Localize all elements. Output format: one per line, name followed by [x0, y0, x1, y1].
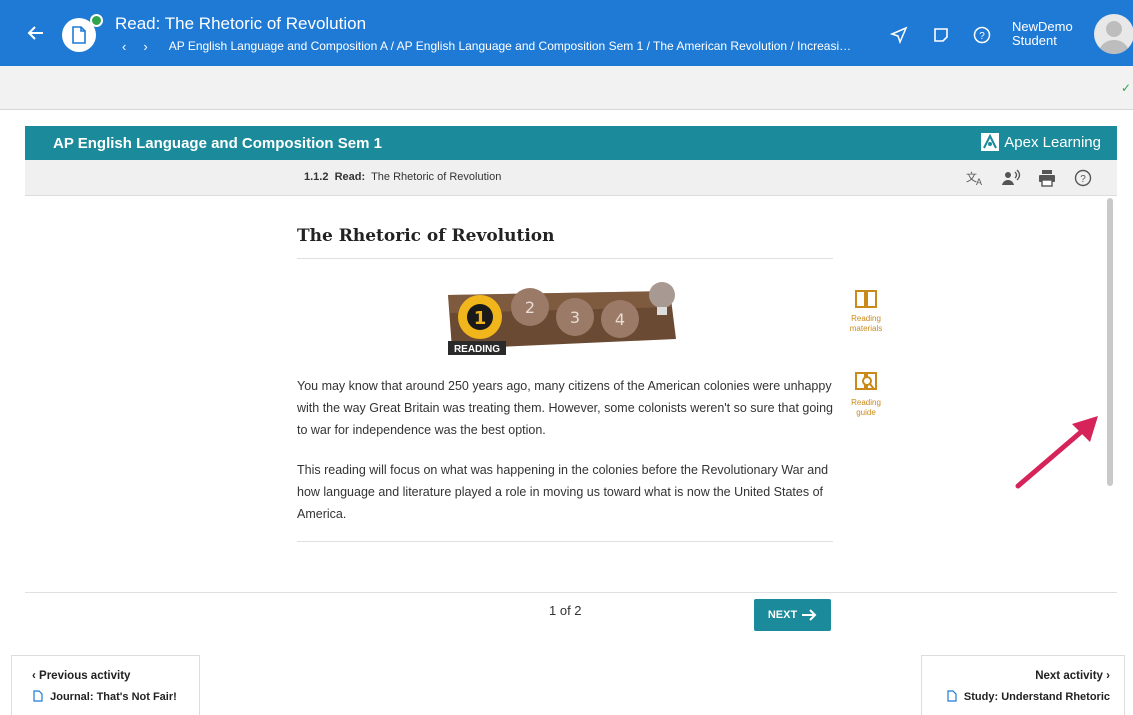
next-activity-title: Study: Understand Rhetoric	[946, 690, 1110, 703]
chevron-right-icon: ›	[1102, 670, 1110, 682]
app-header: Read: The Rhetoric of Revolution ‹ › AP …	[0, 0, 1133, 66]
next-button[interactable]: NEXT	[754, 599, 831, 631]
reading-guide-label: Reading guide	[851, 398, 881, 417]
translate-icon[interactable]: 文A	[965, 168, 985, 188]
reading-materials-button[interactable]: Reading materials	[841, 288, 891, 334]
gear-icon: 2	[511, 288, 549, 326]
lesson-bar: 1.1.2 Read: The Rhetoric of Revolution 文…	[25, 160, 1117, 196]
course-bar: AP English Language and Composition Sem …	[25, 126, 1117, 160]
chevron-left-icon[interactable]: ‹	[122, 39, 140, 54]
user-first-name: NewDemo	[1012, 19, 1073, 34]
page-title: The Rhetoric of Revolution	[297, 226, 833, 259]
course-name: AP English Language and Composition Sem …	[53, 135, 382, 152]
chevron-right-icon[interactable]: ›	[143, 39, 161, 54]
next-activity-label: Next activity	[1035, 670, 1103, 682]
svg-text:A: A	[976, 177, 982, 187]
next-activity-heading: Next activity ›	[1035, 670, 1110, 682]
pager-divider	[25, 592, 1117, 593]
activity-title: Read: The Rhetoric of Revolution	[115, 14, 367, 33]
arrow-right-icon	[802, 609, 817, 621]
reading-guide-button[interactable]: Reading guide	[841, 370, 891, 418]
content-divider	[297, 541, 833, 542]
toolbar-strip: ✓	[0, 66, 1133, 110]
back-arrow-icon[interactable]	[26, 23, 46, 43]
banner-step-4: 4	[615, 310, 625, 329]
svg-text:?: ?	[1080, 174, 1086, 185]
reading-content: The Rhetoric of Revolution 1 2 3 4 READI…	[297, 226, 833, 542]
next-activity-card[interactable]: Next activity › Study: Understand Rhetor…	[921, 655, 1125, 715]
course-frame: AP English Language and Composition Sem …	[25, 126, 1117, 596]
completed-check-icon	[90, 14, 103, 27]
paragraph-1: You may know that around 250 years ago, …	[297, 379, 833, 437]
previous-activity-name: Journal: That's Not Fair!	[50, 691, 177, 703]
breadcrumb: ‹ › AP English Language and Composition …	[122, 39, 869, 54]
banner-step-2: 2	[525, 298, 535, 317]
print-icon[interactable]	[1037, 168, 1057, 188]
paragraph-2: This reading will focus on what was happ…	[297, 463, 829, 521]
svg-text:?: ?	[979, 31, 985, 42]
next-button-label: NEXT	[767, 609, 798, 621]
apex-logo-icon	[981, 133, 1000, 151]
help-circle-icon[interactable]: ?	[1073, 168, 1093, 188]
reading-materials-label: Reading materials	[849, 314, 883, 333]
previous-activity-label: Previous activity	[39, 670, 131, 682]
user-last-name: Student	[1012, 33, 1057, 48]
help-icon[interactable]: ?	[973, 26, 991, 44]
gear-icon: 4	[601, 300, 639, 338]
content-scrollbar[interactable]	[1107, 198, 1113, 486]
user-name[interactable]: NewDemo Student	[1012, 20, 1073, 48]
document-icon	[947, 690, 957, 702]
chevron-left-icon: ‹	[32, 670, 40, 682]
gear-icon: 1	[458, 295, 502, 339]
annotation-arrow-icon	[1010, 410, 1105, 500]
lesson-type: Read:	[334, 171, 366, 183]
reading-banner-image: 1 2 3 4 READING	[440, 277, 690, 357]
next-activity-name: Study: Understand Rhetoric	[963, 691, 1110, 703]
previous-activity-heading: ‹ Previous activity	[32, 670, 130, 682]
document-icon	[33, 690, 43, 702]
banner-step-3: 3	[570, 308, 580, 327]
brand-name: Apex Learning	[1004, 133, 1101, 151]
lesson-title: The Rhetoric of Revolution	[371, 171, 502, 183]
breadcrumb-path[interactable]: AP English Language and Composition A / …	[169, 39, 869, 53]
read-aloud-icon[interactable]	[1001, 168, 1021, 188]
brand-logo: Apex Learning	[980, 132, 1101, 152]
notes-icon[interactable]	[932, 26, 950, 44]
page-indicator: 1 of 2	[549, 603, 582, 618]
banner-step-1: 1	[474, 308, 487, 329]
previous-activity-card[interactable]: ‹ Previous activity Journal: That's Not …	[11, 655, 200, 715]
banner-label: READING	[454, 344, 500, 355]
send-icon[interactable]	[889, 26, 908, 45]
lesson-tools: 文A ?	[965, 168, 1093, 188]
previous-activity-title: Journal: That's Not Fair!	[32, 690, 177, 703]
gear-icon: 3	[556, 298, 594, 336]
book-search-icon	[855, 372, 877, 390]
saved-check-icon: ✓	[1120, 81, 1131, 95]
lesson-number: 1.1.2	[304, 171, 329, 183]
avatar[interactable]	[1094, 14, 1133, 54]
lesson-heading: 1.1.2 Read: The Rhetoric of Revolution	[304, 171, 501, 183]
book-icon	[855, 290, 877, 308]
